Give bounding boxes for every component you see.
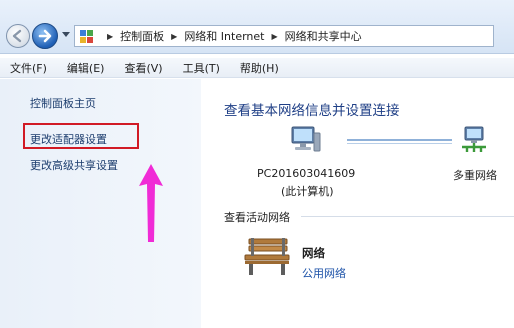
task-pane: 控制面板主页 更改适配器设置 更改高级共享设置	[0, 79, 201, 328]
menu-help[interactable]: 帮助(H)	[230, 60, 289, 76]
section-divider	[301, 216, 514, 217]
multiple-networks-icon[interactable]	[459, 125, 489, 155]
park-bench-icon[interactable]	[241, 236, 293, 276]
computer-subtitle: (此计算机)	[281, 185, 334, 198]
change-adapter-settings-link[interactable]: 更改适配器设置	[30, 131, 107, 147]
back-arrow-icon	[12, 29, 22, 43]
control-panel-icon	[79, 29, 94, 44]
computer-name: PC201603041609	[257, 167, 356, 180]
breadcrumb-separator-icon: ▶	[107, 31, 114, 41]
breadcrumb-network-sharing-center[interactable]: 网络和共享中心	[285, 28, 362, 44]
address-input[interactable]: ▶ 控制面板 ▶ 网络和 Internet ▶ 网络和共享中心	[74, 25, 494, 47]
breadcrumb-separator-icon: ▶	[171, 31, 178, 41]
menu-bar: 文件(F) 编辑(E) 查看(V) 工具(T) 帮助(H)	[0, 58, 514, 78]
back-button[interactable]	[6, 24, 30, 48]
breadcrumb-network-internet[interactable]: 网络和 Internet	[184, 28, 264, 44]
breadcrumb-separator-icon: ▶	[271, 31, 278, 41]
address-toolbar: ▶ 控制面板 ▶ 网络和 Internet ▶ 网络和共享中心	[0, 0, 514, 54]
menu-file[interactable]: 文件(F)	[0, 60, 57, 76]
forward-button[interactable]	[32, 23, 58, 49]
active-networks-heading: 查看活动网络	[224, 211, 290, 224]
menu-view[interactable]: 查看(V)	[114, 60, 172, 76]
computer-icon[interactable]	[289, 125, 321, 155]
connection-line	[347, 139, 452, 141]
forward-arrow-icon	[38, 29, 52, 43]
chevron-down-icon	[62, 32, 70, 37]
network-name: 网络	[302, 246, 325, 260]
control-panel-home-link[interactable]: 控制面板主页	[30, 95, 96, 111]
page-title: 查看基本网络信息并设置连接	[224, 103, 400, 119]
annotation-arrow-icon	[139, 164, 163, 242]
network-type-link[interactable]: 公用网络	[302, 265, 346, 281]
change-advanced-sharing-link[interactable]: 更改高级共享设置	[30, 157, 118, 173]
recent-pages-dropdown[interactable]	[61, 30, 71, 40]
breadcrumb-control-panel[interactable]: 控制面板	[120, 28, 164, 44]
menu-edit[interactable]: 编辑(E)	[57, 60, 115, 76]
multiple-networks-label: 多重网络	[453, 169, 497, 182]
menu-tools[interactable]: 工具(T)	[173, 60, 230, 76]
connection-line	[347, 143, 452, 144]
breadcrumb: ▶ 控制面板 ▶ 网络和 Internet ▶ 网络和共享中心	[100, 28, 362, 44]
main-content: 查看基本网络信息并设置连接 PC201603041609 (此计算机) 多重网络…	[201, 79, 514, 328]
